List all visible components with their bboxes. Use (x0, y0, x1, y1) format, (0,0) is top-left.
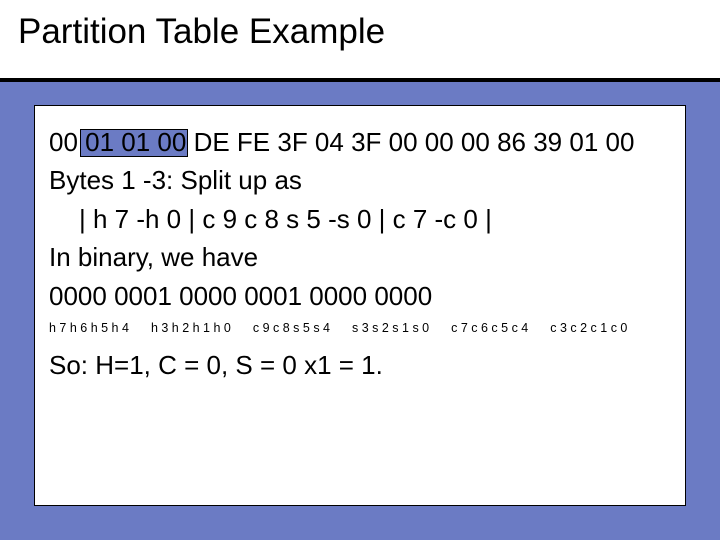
binary-value-line: 0000 0001 0000 0001 0000 0000 (49, 278, 671, 314)
bit-group-1: h 3 h 2 h 1 h 0 (151, 320, 231, 338)
slide: Partition Table Example 00 01 01 00 DE F… (0, 0, 720, 540)
binary-label-line: In binary, we have (49, 239, 671, 275)
bit-group-2: c 9 c 8 s 5 s 4 (253, 320, 330, 338)
title-underline (0, 78, 720, 82)
body: 00 01 01 00 DE FE 3F 04 3F 00 00 00 86 3… (35, 106, 685, 398)
hex-bytes-text: 00 01 01 00 DE FE 3F 04 3F 00 00 00 86 3… (49, 127, 634, 157)
slide-title: Partition Table Example (18, 12, 720, 52)
bit-labels-row: h 7 h 6 h 5 h 4 h 3 h 2 h 1 h 0 c 9 c 8 … (49, 320, 671, 338)
split-pattern-line: | h 7 -h 0 | c 9 c 8 s 5 -s 0 | c 7 -c 0… (49, 201, 671, 237)
bytes-label-line: Bytes 1 -3: Split up as (49, 162, 671, 198)
bit-group-3: s 3 s 2 s 1 s 0 (352, 320, 429, 338)
result-line: So: H=1, C = 0, S = 0 x1 = 1. (49, 347, 671, 383)
content-box: 00 01 01 00 DE FE 3F 04 3F 00 00 00 86 3… (34, 105, 686, 506)
title-area: Partition Table Example (0, 0, 720, 78)
hex-bytes-line: 00 01 01 00 DE FE 3F 04 3F 00 00 00 86 3… (49, 124, 671, 160)
bit-group-5: c 3 c 2 c 1 c 0 (550, 320, 627, 338)
bit-group-4: c 7 c 6 c 5 c 4 (451, 320, 528, 338)
bit-group-0: h 7 h 6 h 5 h 4 (49, 320, 129, 338)
